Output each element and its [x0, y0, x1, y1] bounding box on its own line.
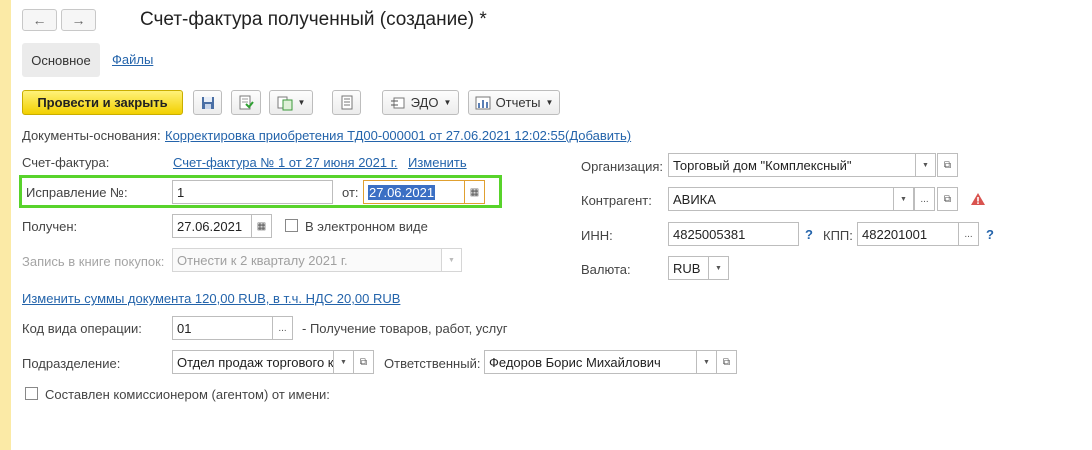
back-button[interactable]: ←	[22, 9, 57, 31]
forward-button[interactable]: →	[61, 9, 96, 31]
base-document-link[interactable]: Корректировка приобретения ТД00-000001 о…	[165, 128, 565, 143]
received-date-input[interactable]: 27.06.2021	[172, 214, 252, 238]
counterparty-open-button[interactable]: ⧉	[937, 187, 958, 211]
create-based-icon	[277, 96, 293, 110]
arrow-left-icon: ←	[32, 12, 47, 28]
received-label: Получен:	[22, 219, 78, 234]
chevron-down-icon: ▼	[703, 358, 710, 366]
reports-icon	[475, 96, 491, 109]
kpp-label: КПП:	[823, 228, 853, 243]
calendar-icon: ▦	[469, 186, 480, 198]
organization-dropdown-button[interactable]: ▼	[915, 153, 936, 177]
purchase-book-dropdown-button[interactable]: ▼	[441, 248, 462, 272]
inn-help-icon[interactable]: ?	[805, 227, 813, 242]
document-list-icon	[341, 95, 352, 110]
invoice-label: Счет-фактура:	[22, 155, 110, 170]
counterparty-input[interactable]: АВИКА	[668, 187, 894, 211]
correction-number-input[interactable]: 1	[172, 180, 333, 204]
organization-input[interactable]: Торговый дом "Комплексный"	[668, 153, 916, 177]
post-document-icon	[239, 95, 254, 109]
responsible-label: Ответственный:	[384, 356, 481, 371]
open-link-icon: ⧉	[359, 356, 368, 368]
save-button[interactable]	[193, 90, 222, 115]
chevron-down-icon: ▼	[340, 358, 347, 366]
post-and-close-button[interactable]: Провести и закрыть	[22, 90, 183, 115]
save-icon	[201, 96, 214, 109]
edo-icon	[390, 97, 405, 108]
currency-label: Валюта:	[581, 262, 631, 277]
chevron-down-icon: ▼	[448, 256, 455, 264]
edo-label: ЭДО	[410, 95, 439, 110]
correction-date-calendar-button[interactable]: ▦	[464, 180, 485, 204]
change-invoice-link[interactable]: Изменить	[408, 155, 467, 170]
open-link-icon: ⧉	[722, 356, 731, 368]
change-amounts-link[interactable]: Изменить суммы документа 120,00 RUB, в т…	[22, 291, 400, 306]
correction-date-value: 27.06.2021	[368, 184, 436, 200]
chevron-down-icon: ▼	[715, 264, 722, 272]
reports-menu-button[interactable]: Отчеты ▼	[468, 90, 560, 115]
electronic-checkbox[interactable]	[285, 219, 298, 232]
purchase-book-select[interactable]: Отнести к 2 кварталу 2021 г.	[172, 248, 442, 272]
reports-label: Отчеты	[495, 95, 541, 110]
electronic-label: В электронном виде	[305, 219, 428, 234]
department-open-button[interactable]: ⧉	[353, 350, 374, 374]
chevron-down-icon: ▼	[443, 98, 452, 107]
organization-open-button[interactable]: ⧉	[937, 153, 958, 177]
post-button[interactable]	[231, 90, 261, 115]
warning-icon	[971, 193, 985, 205]
counterparty-label: Контрагент:	[581, 193, 652, 208]
currency-input[interactable]: RUB	[668, 256, 709, 280]
left-panel-strip	[0, 0, 11, 450]
invoice-link[interactable]: Счет-фактура № 1 от 27 июня 2021 г.	[173, 155, 398, 170]
responsible-input[interactable]: Федоров Борис Михайлович	[484, 350, 697, 374]
open-link-icon: ⧉	[943, 193, 952, 205]
organization-label: Организация:	[581, 159, 664, 174]
counterparty-dropdown-button[interactable]: ▼	[893, 187, 914, 211]
commission-label: Составлен комиссионером (агентом) от име…	[45, 387, 330, 402]
page-title: Счет-фактура полученный (создание) *	[140, 9, 487, 30]
edo-menu-button[interactable]: ЭДО ▼	[382, 90, 459, 115]
add-base-document-link[interactable]: (Добавить)	[565, 128, 631, 143]
commission-checkbox[interactable]	[25, 387, 38, 400]
operation-code-label: Код вида операции:	[22, 321, 142, 336]
chevron-down-icon: ▼	[297, 98, 306, 107]
department-label: Подразделение:	[22, 356, 121, 371]
correction-date-label: от:	[342, 185, 359, 200]
department-dropdown-button[interactable]: ▼	[333, 350, 354, 374]
tab-files[interactable]: Файлы	[112, 52, 153, 67]
chevron-down-icon: ▼	[900, 195, 907, 203]
department-input[interactable]: Отдел продаж торгового к	[172, 350, 334, 374]
open-link-icon: ⧉	[943, 159, 952, 171]
arrow-right-icon: →	[71, 12, 86, 28]
counterparty-select-button[interactable]: ...	[914, 187, 935, 211]
correction-date-input[interactable]: 27.06.2021	[363, 180, 465, 204]
inn-input[interactable]: 4825005381	[668, 222, 799, 246]
chevron-down-icon: ▼	[922, 161, 929, 169]
operation-description: - Получение товаров, работ, услуг	[302, 321, 508, 336]
received-date-calendar-button[interactable]: ▦	[251, 214, 272, 238]
responsible-dropdown-button[interactable]: ▼	[696, 350, 717, 374]
correction-number-label: Исправление №:	[26, 185, 128, 200]
kpp-input[interactable]: 482201001	[857, 222, 959, 246]
operation-code-input[interactable]: 01	[172, 316, 273, 340]
currency-dropdown-button[interactable]: ▼	[708, 256, 729, 280]
responsible-open-button[interactable]: ⧉	[716, 350, 737, 374]
inn-label: ИНН:	[581, 228, 613, 243]
purchase-book-label: Запись в книге покупок:	[22, 254, 165, 269]
operation-code-select-button[interactable]: ...	[272, 316, 293, 340]
create-based-on-button[interactable]: ▼	[269, 90, 313, 115]
kpp-help-icon[interactable]: ?	[986, 227, 994, 242]
chevron-down-icon: ▼	[545, 98, 554, 107]
tab-main[interactable]: Основное	[22, 43, 100, 77]
print-list-button[interactable]	[332, 90, 361, 115]
calendar-icon: ▦	[256, 220, 267, 232]
base-documents-label: Документы-основания:	[22, 128, 161, 143]
kpp-select-button[interactable]: ...	[958, 222, 979, 246]
